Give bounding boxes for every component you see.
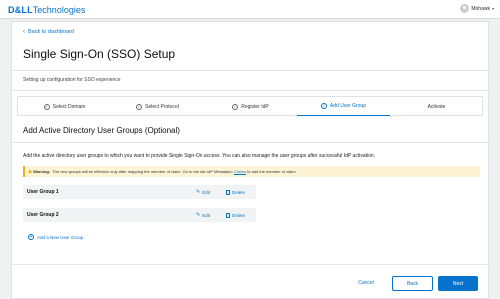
delete-label: Delete	[232, 189, 246, 195]
trash-icon	[226, 212, 230, 218]
step-select-domain[interactable]: ✓ Select Domain	[18, 97, 111, 116]
logo-dell-text: D&LL	[8, 4, 33, 15]
step-label: Select Domain	[52, 103, 86, 110]
page-subtitle: Setting up configuration for SSO experie…	[23, 77, 121, 83]
delete-button[interactable]: Delete	[226, 185, 245, 199]
section-divider	[11, 142, 489, 143]
warning-banner: Warning: The new groups will be effectiv…	[23, 166, 480, 177]
title-divider	[11, 70, 489, 71]
check-circle-icon: ✓	[43, 103, 50, 110]
trash-icon	[226, 189, 230, 195]
edit-button[interactable]: ✎ Edit	[196, 185, 210, 199]
back-label: Back to dashboard	[28, 29, 74, 35]
user-group-row: User Group 2 ✎ Edit Delete	[23, 208, 256, 222]
add-group-label: Add a New User Group	[37, 234, 84, 240]
back-to-dashboard-link[interactable]: ‹ Back to dashboard	[23, 29, 74, 35]
next-button[interactable]: Next	[438, 276, 478, 291]
section-description: Add the active directory user groups to …	[23, 153, 376, 159]
pencil-icon: ✎	[196, 188, 201, 195]
user-group-row: User Group 1 ✎ Edit Delete	[23, 185, 256, 199]
chevron-down-icon: ▾	[491, 6, 494, 11]
cancel-button[interactable]: Cancel	[346, 276, 386, 290]
step-label: Activate	[427, 103, 446, 110]
step-label: Add User Group	[329, 103, 367, 109]
page-title: Single Sign-On (SSO) Setup	[23, 47, 176, 61]
setup-stepper: ✓ Select Domain ✓ Select Protocol ✓ Regi…	[17, 96, 483, 116]
edit-button[interactable]: ✎ Edit	[196, 208, 210, 222]
top-bar: D&LL Technologies Mohawk ▾	[0, 0, 500, 19]
chevron-left-icon: ‹	[23, 29, 25, 35]
claims-link[interactable]: Claims	[234, 169, 246, 174]
warning-text-after: to add the member of claim.	[247, 169, 297, 174]
step-register-idp[interactable]: ✓ Register IdP	[204, 97, 297, 116]
step-add-user-group[interactable]: ✓ Add User Group	[297, 97, 390, 116]
user-name: Mohawk	[471, 5, 490, 12]
subtitle-divider	[11, 90, 489, 91]
step-label: Register IdP	[241, 103, 269, 110]
check-circle-icon: ✓	[136, 103, 143, 110]
check-circle-icon: ✓	[232, 103, 239, 110]
main-card	[11, 21, 489, 299]
warning-icon	[28, 169, 32, 173]
user-group-name: User Group 2	[27, 212, 59, 218]
plus-circle-icon: +	[28, 233, 34, 240]
user-group-name: User Group 1	[27, 189, 59, 195]
footer-divider	[11, 264, 489, 265]
warning-text-before: The new groups will be effective only af…	[52, 169, 233, 174]
logo-technologies-text: Technologies	[32, 4, 86, 15]
delete-button[interactable]: Delete	[226, 208, 245, 222]
avatar-icon	[460, 4, 470, 13]
step-label: Select Protocol	[145, 103, 179, 110]
delete-label: Delete	[232, 212, 246, 218]
edit-label: Edit	[202, 189, 210, 195]
section-title: Add Active Directory User Groups (Option…	[23, 126, 180, 135]
warning-label: Warning:	[33, 169, 51, 174]
user-menu[interactable]: Mohawk ▾	[460, 4, 494, 13]
dell-logo[interactable]: D&LL Technologies	[8, 4, 85, 15]
step-activate[interactable]: Activate	[390, 97, 483, 116]
step-select-protocol[interactable]: ✓ Select Protocol	[111, 97, 204, 116]
check-circle-icon: ✓	[320, 103, 327, 109]
back-button[interactable]: Back	[392, 276, 433, 291]
pencil-icon: ✎	[196, 211, 201, 218]
edit-label: Edit	[202, 212, 210, 218]
add-user-group-button[interactable]: + Add a New User Group	[28, 234, 84, 240]
